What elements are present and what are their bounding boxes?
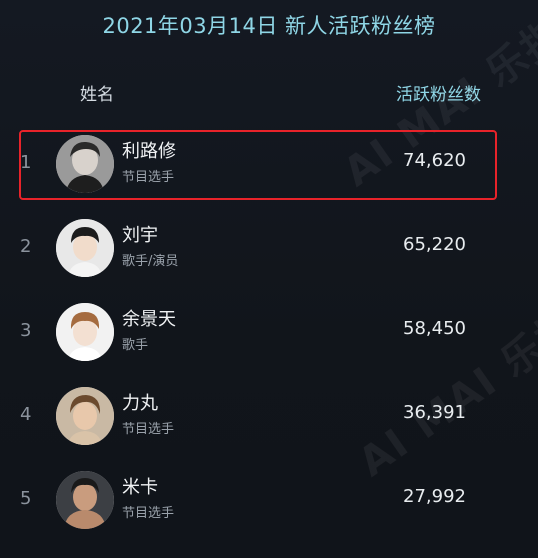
table-header: 姓名 活跃粉丝数 [0,80,538,105]
avatar [56,471,114,529]
active-fans-count: 27,992 [403,486,466,507]
list-item[interactable]: 4 力丸 节目选手 36,391 [0,378,538,454]
page-title: 2021年03月14日 新人活跃粉丝榜 [102,14,436,38]
fans-column-header: 活跃粉丝数 [396,85,481,105]
artist-role: 歌手/演员 [122,254,179,269]
artist-name: 刘宇 [122,225,158,246]
rank-number: 4 [20,404,32,425]
rank-number: 5 [20,488,32,509]
artist-role: 节目选手 [122,422,175,437]
artist-name: 力丸 [122,393,158,414]
list-item[interactable]: 2 刘宇 歌手/演员 65,220 [0,210,538,286]
avatar [56,219,114,277]
rank-number: 2 [20,236,32,257]
avatar [56,303,114,361]
artist-role: 歌手 [122,338,149,353]
active-fans-count: 58,450 [403,318,466,339]
active-fans-count: 65,220 [403,234,466,255]
active-fans-count: 36,391 [403,402,466,423]
avatar [56,387,114,445]
rank-number: 3 [20,320,32,341]
ranking-page: 2021年03月14日 新人活跃粉丝榜 姓名 活跃粉丝数 AI MAI 乐指数 … [0,0,538,558]
list-item[interactable]: 3 余景天 歌手 58,450 [0,294,538,370]
artist-name: 米卡 [122,477,158,498]
name-column-header: 姓名 [80,85,114,105]
artist-role: 节目选手 [122,506,175,521]
highlight-box [19,130,497,200]
artist-name: 余景天 [122,309,176,330]
list-item[interactable]: 5 米卡 节目选手 27,992 [0,462,538,538]
